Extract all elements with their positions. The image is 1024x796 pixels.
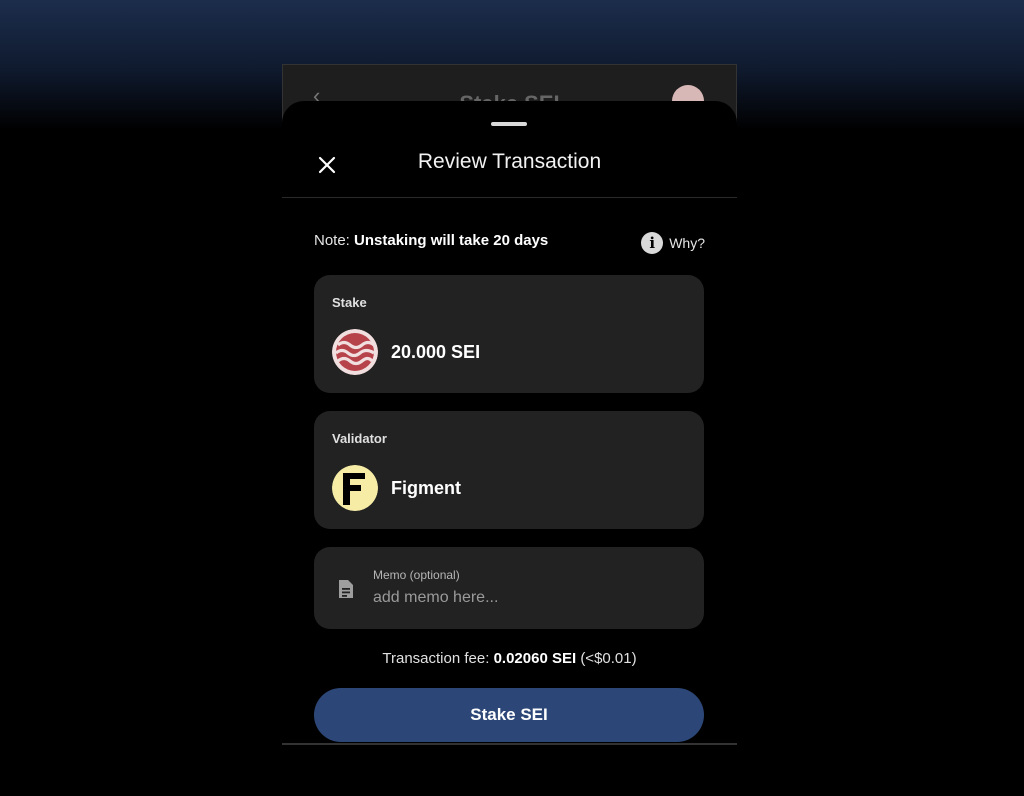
memo-field[interactable]: Memo (optional) [314, 547, 704, 629]
memo-input[interactable] [371, 585, 675, 611]
stake-card-label: Stake [332, 295, 367, 310]
why-button[interactable]: i Why? [641, 232, 705, 254]
review-transaction-sheet: Review Transaction Note: Unstaking will … [282, 101, 737, 745]
fee-amount: 0.02060 SEI [493, 650, 577, 667]
validator-card-label: Validator [332, 431, 387, 446]
unstaking-note: Note: Unstaking will take 20 days [314, 232, 548, 249]
stake-amount: 20.000 SEI [391, 341, 481, 362]
fee-fiat: (<$0.01) [580, 650, 637, 667]
transaction-fee: Transaction fee: 0.02060 SEI (<$0.01) [282, 650, 737, 667]
sei-token-icon [332, 329, 378, 375]
why-label[interactable]: Why? [669, 235, 705, 251]
stake-card-row: 20.000 SEI [332, 329, 480, 375]
note-prefix: Note: [314, 232, 350, 249]
sheet-title: Review Transaction [417, 150, 602, 173]
note-text: Unstaking will take 20 days [354, 232, 549, 249]
validator-name: Figment [391, 477, 461, 498]
header-divider [282, 197, 737, 198]
validator-card-row: Figment [332, 465, 461, 511]
memo-label: Memo (optional) [373, 568, 460, 582]
figment-logo [332, 465, 378, 511]
validator-card: Validator Figment [314, 411, 704, 529]
drag-handle[interactable] [491, 122, 527, 126]
info-icon[interactable]: i [641, 232, 664, 254]
fee-label: Transaction fee: [382, 650, 490, 667]
stake-sei-button[interactable]: Stake SEI [314, 688, 704, 742]
document-icon [334, 577, 358, 601]
stake-amount-card: Stake 20.000 SEI [314, 275, 704, 393]
